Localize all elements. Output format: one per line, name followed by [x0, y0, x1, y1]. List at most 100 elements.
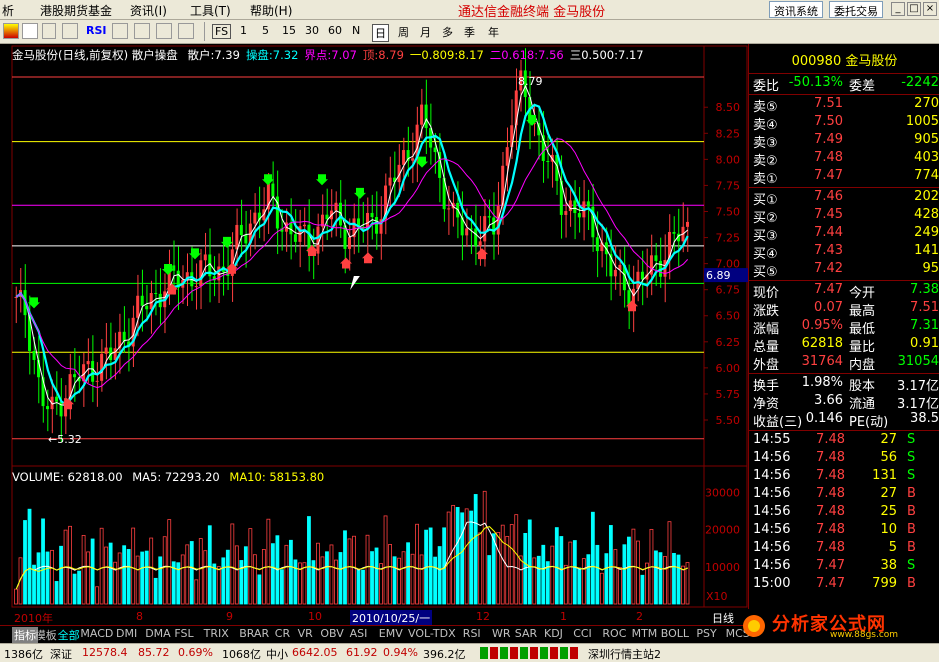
volume-bar: [270, 543, 275, 605]
menu-help[interactable]: 帮助(H): [250, 2, 292, 19]
volume-bar: [437, 546, 442, 605]
indicator-tab-boll[interactable]: BOLL: [661, 627, 689, 640]
candle-body: [293, 234, 297, 242]
indicator-tab-roc[interactable]: ROC: [602, 627, 626, 640]
volume-bar: [581, 558, 586, 605]
volume-bar: [284, 544, 289, 605]
indicator-tab-emv[interactable]: EMV: [379, 627, 403, 640]
date-label-7: 2: [636, 610, 643, 623]
volume-bar: [370, 551, 374, 605]
zoom-out-icon[interactable]: [178, 23, 194, 39]
volume-bar: [663, 555, 667, 605]
candle-body: [505, 147, 509, 166]
indicator-tab-wr[interactable]: WR: [492, 627, 511, 640]
bid-row-4: 买⑤ 7.42 95: [753, 261, 939, 280]
volume-bar: [86, 551, 91, 605]
indicator-3: 顶:8.79: [362, 48, 404, 62]
buy-arrow-icon: [362, 252, 374, 264]
volume-bar: [518, 555, 523, 605]
indicator-tab-macd[interactable]: MACD: [80, 627, 113, 640]
volume-bar: [72, 573, 77, 605]
volume-bar: [68, 525, 72, 605]
indicator-tab-obv[interactable]: OBV: [320, 627, 343, 640]
minute-chart-icon[interactable]: [22, 23, 38, 39]
indicator-tab-vol-tdx[interactable]: VOL-TDX: [408, 627, 456, 640]
kline-chart[interactable]: 8.50 8.25 8.00 7.75 7.50 7.25 7.00 6.75 6.50 6.25…: [0, 44, 748, 609]
date-label-4: 2010/10/25/一: [350, 610, 433, 626]
period-month[interactable]: 月: [420, 24, 431, 40]
buy-arrow-icon: [62, 398, 74, 410]
volume-bar: [81, 535, 86, 605]
period-year[interactable]: 年: [488, 24, 499, 40]
stock-code: 000980: [791, 54, 842, 69]
volume-bar: [32, 564, 36, 605]
minimize-icon[interactable]: _: [891, 2, 905, 16]
period-multi[interactable]: 多: [442, 24, 453, 40]
indicator-tab-fsl[interactable]: FSL: [174, 627, 193, 640]
volume-bar: [203, 550, 208, 605]
indicator-tab-mtm[interactable]: MTM: [632, 627, 658, 640]
volume-bar: [500, 524, 505, 605]
volume-bar: [590, 511, 595, 605]
period-5[interactable]: 5: [262, 24, 269, 37]
restore-icon[interactable]: □: [907, 2, 921, 16]
indicator-5: 二0.618:7.56: [489, 48, 564, 62]
indicator-tab-vr[interactable]: VR: [298, 627, 313, 640]
volume-bar: [108, 542, 113, 605]
stat-row-3: 总量 62818 量比 0.91: [753, 336, 939, 355]
divider: [749, 280, 939, 281]
volume-bar: [383, 515, 388, 605]
candle-icon[interactable]: [62, 23, 78, 39]
indicator-tab-全部[interactable]: 全部: [58, 627, 80, 643]
indicator-tab-rsi[interactable]: RSI: [463, 627, 481, 640]
indicator-tab-sar[interactable]: SAR: [515, 627, 537, 640]
period-60[interactable]: 60: [328, 24, 342, 37]
volume-bar: [374, 547, 379, 605]
trade-button[interactable]: 委托交易: [829, 1, 883, 18]
indicator-tab-kdj[interactable]: KDJ: [544, 627, 563, 640]
indicator-tab-cr[interactable]: CR: [275, 627, 290, 640]
news-system-button[interactable]: 资讯系统: [769, 1, 823, 18]
menu-tools[interactable]: 工具(T): [190, 2, 231, 19]
volume-bar: [491, 533, 496, 605]
candle-body: [613, 269, 617, 277]
indicator-tab-dmi[interactable]: DMI: [116, 627, 137, 640]
period-n[interactable]: N: [352, 24, 360, 37]
volume-bar: [541, 544, 546, 605]
volume-bar: [36, 552, 41, 605]
fs-button[interactable]: FS: [212, 24, 232, 39]
indicator-tab-psy[interactable]: PSY: [696, 627, 716, 640]
period-30[interactable]: 30: [305, 24, 319, 37]
close-icon[interactable]: ×: [923, 2, 937, 16]
kline-icon[interactable]: [3, 23, 19, 39]
period-15[interactable]: 15: [282, 24, 296, 37]
menu-analysis[interactable]: 析: [2, 2, 14, 19]
period-day[interactable]: 日: [372, 24, 389, 42]
period-label: 日线: [712, 612, 734, 625]
candle-body: [474, 228, 478, 246]
zoom-in-icon[interactable]: [156, 23, 172, 39]
fund-row-2: 收益(三) 0.146 PE(动) 38.5: [753, 411, 939, 430]
volume-bar: [352, 535, 356, 605]
indicator-tab-cci[interactable]: CCI: [573, 627, 592, 640]
indicator-tab-brar[interactable]: BRAR: [239, 627, 269, 640]
period-week[interactable]: 周: [398, 24, 409, 40]
tool-icon[interactable]: [112, 23, 128, 39]
volume-bar: [140, 551, 145, 605]
menu-news[interactable]: 资讯(I): [130, 2, 167, 19]
volume-bar: [95, 586, 100, 605]
price-axis-label-12: 5.50: [716, 414, 741, 427]
rsi-button[interactable]: RSI: [86, 24, 107, 37]
period-1[interactable]: 1: [240, 24, 247, 37]
period-quarter[interactable]: 季: [464, 24, 475, 40]
indicator-tab-asi[interactable]: ASI: [350, 627, 368, 640]
volume-bar: [640, 574, 645, 605]
bar-icon[interactable]: [42, 23, 56, 39]
menu-hk-futures[interactable]: 港股期货基金: [40, 2, 112, 19]
indicator-tab-模板[interactable]: 模板: [35, 627, 57, 643]
move-icon[interactable]: [134, 23, 150, 39]
indicator-tab-trix[interactable]: TRIX: [204, 627, 229, 640]
indicator-tab-dma[interactable]: DMA: [145, 627, 171, 640]
chart-canvas[interactable]: 8.508.258.007.757.507.257.006.756.506.25…: [0, 44, 748, 609]
candle-body: [685, 221, 689, 227]
